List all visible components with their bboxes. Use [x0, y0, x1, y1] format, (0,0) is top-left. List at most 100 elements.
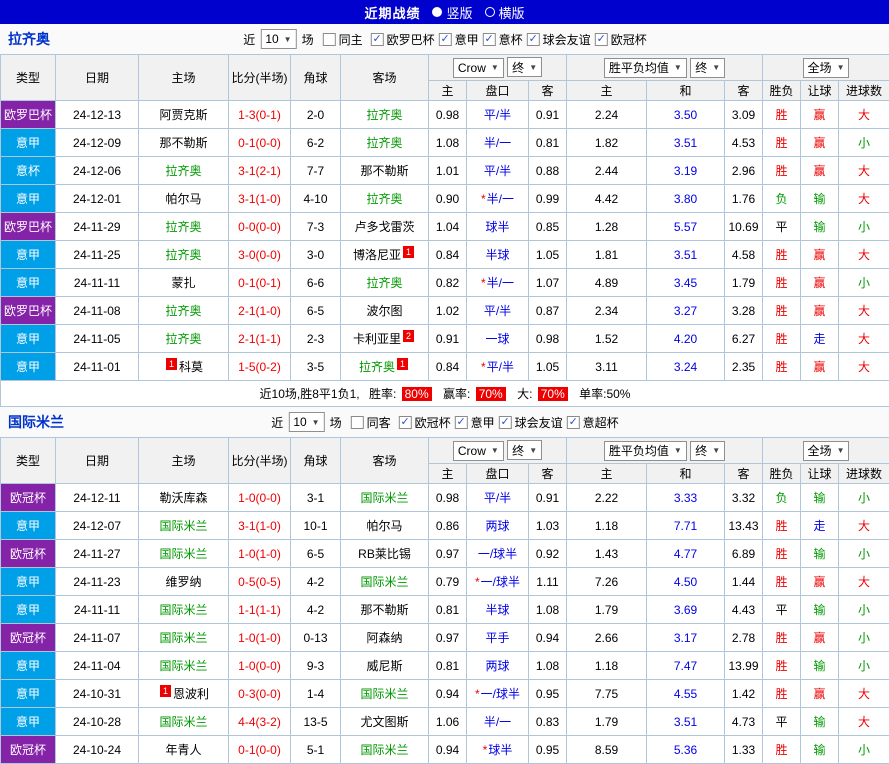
avg-home-cell: 7.26	[567, 568, 647, 596]
avg-stage-select[interactable]: 终▼	[690, 58, 725, 78]
team-link[interactable]: 国际米兰	[159, 715, 207, 729]
away-odds-cell: 1.05	[529, 353, 567, 381]
layout-radio-vertical[interactable]: 竖版	[432, 3, 472, 22]
match-row: 意甲24-11-05拉齐奥2-1(1-1)2-3卡利亚里20.91一球0.981…	[1, 325, 889, 353]
bookmaker-select[interactable]: Crow▼	[453, 441, 504, 461]
team-link[interactable]: 维罗纳	[165, 575, 201, 589]
score-cell: 0-1(0-0)	[229, 736, 291, 764]
league-type-cell: 欧罗巴杯	[1, 213, 56, 241]
team-link[interactable]: 拉齐奥	[366, 108, 402, 122]
home-odds-cell: 0.81	[429, 596, 467, 624]
team-link[interactable]: 威尼斯	[366, 659, 402, 673]
team-link[interactable]: RB莱比锡	[358, 547, 411, 561]
team-link[interactable]: 帕尔马	[366, 519, 402, 533]
team-link[interactable]: 国际米兰	[159, 659, 207, 673]
avg-draw-cell: 7.71	[647, 512, 725, 540]
team-link[interactable]: 国际米兰	[159, 547, 207, 561]
league-checkbox[interactable]: ✓欧冠杯	[399, 414, 451, 431]
team-link[interactable]: 拉齐奥	[165, 332, 201, 346]
match-row: 意甲24-11-25拉齐奥3-0(0-0)3-0博洛尼亚10.84半球1.051…	[1, 241, 889, 269]
handicap-result-cell: 走	[801, 512, 839, 540]
date-cell: 24-11-23	[56, 568, 139, 596]
team-link[interactable]: 卡利亚里	[353, 332, 401, 346]
matches-body: 欧冠杯24-12-11勒沃库森1-0(0-0)3-1国际米兰0.98平/半0.9…	[1, 484, 889, 764]
bookmaker-select[interactable]: Crow▼	[453, 58, 504, 78]
team-link[interactable]: 卢多戈雷茨	[354, 220, 414, 234]
checkbox-checked-icon: ✓	[595, 33, 608, 46]
team-link[interactable]: 年青人	[165, 743, 201, 757]
away-odds-cell: 0.95	[529, 680, 567, 708]
team-link[interactable]: 拉齐奥	[165, 164, 201, 178]
avg-draw-cell: 3.50	[647, 101, 725, 129]
team-link[interactable]: 拉齐奥	[366, 192, 402, 206]
home-team-cell: 拉齐奥	[139, 213, 229, 241]
goals-result-cell: 大	[839, 568, 889, 596]
team-link[interactable]: 国际米兰	[360, 575, 408, 589]
team-link[interactable]: 那不勒斯	[360, 164, 408, 178]
team-link[interactable]: 国际米兰	[360, 743, 408, 757]
team-link[interactable]: 国际米兰	[159, 603, 207, 617]
league-checkbox[interactable]: ✓球会友谊	[527, 31, 591, 48]
avg-odds-select[interactable]: 胜平负均值▼	[604, 441, 687, 461]
team-link[interactable]: 拉齐奥	[366, 136, 402, 150]
team-link[interactable]: 阿贾克斯	[159, 108, 207, 122]
league-checkbox[interactable]: ✓意超杯	[567, 414, 619, 431]
team-link[interactable]: 拉齐奥	[165, 248, 201, 262]
avg-home-cell: 2.34	[567, 297, 647, 325]
avg-stage-select[interactable]: 终▼	[690, 441, 725, 461]
away-team-cell: RB莱比锡	[341, 540, 429, 568]
team-link[interactable]: 波尔图	[366, 304, 402, 318]
team-link[interactable]: 尤文图斯	[360, 715, 408, 729]
team-link[interactable]: 博洛尼亚	[353, 248, 401, 262]
odds-stage-select[interactable]: 终▼	[507, 57, 542, 77]
col-home: 主场	[139, 438, 229, 484]
avg-draw-cell: 3.45	[647, 269, 725, 297]
league-checkbox[interactable]: ✓意甲	[455, 414, 495, 431]
team-link[interactable]: 阿森纳	[366, 631, 402, 645]
league-checkbox[interactable]: ✓意杯	[483, 31, 523, 48]
same-venue-label: 同主	[339, 31, 363, 48]
team-link[interactable]: 国际米兰	[360, 687, 408, 701]
col-goals: 进球数	[839, 81, 889, 101]
team-link[interactable]: 国际米兰	[360, 491, 408, 505]
scope-select[interactable]: 全场▼	[803, 441, 850, 461]
goals-result-cell: 小	[839, 484, 889, 512]
page-title: 近期战绩	[364, 3, 420, 22]
team-link[interactable]: 拉齐奥	[366, 276, 402, 290]
team-link[interactable]: 勒沃库森	[159, 491, 207, 505]
team-link[interactable]: 国际米兰	[159, 631, 207, 645]
league-checkbox[interactable]: ✓球会友谊	[499, 414, 563, 431]
team-link[interactable]: 拉齐奥	[165, 304, 201, 318]
team-link[interactable]: 那不勒斯	[360, 603, 408, 617]
team-link[interactable]: 蒙扎	[171, 276, 195, 290]
layout-radio-horizontal[interactable]: 横版	[485, 3, 525, 22]
same-venue-checkbox[interactable]: 同客	[351, 414, 391, 431]
league-type-cell: 欧冠杯	[1, 736, 56, 764]
handicap-result-cell: 输	[801, 652, 839, 680]
team-link[interactable]: 拉齐奥	[359, 360, 395, 374]
home-team-cell: 国际米兰	[139, 512, 229, 540]
avg-odds-select[interactable]: 胜平负均值▼	[604, 58, 687, 78]
team-link[interactable]: 国际米兰	[159, 519, 207, 533]
team-link[interactable]: 科莫	[179, 360, 203, 374]
home-odds-cell: 0.84	[429, 241, 467, 269]
team-link[interactable]: 恩波利	[173, 687, 209, 701]
league-checkbox[interactable]: ✓意甲	[439, 31, 479, 48]
away-odds-cell: 1.07	[529, 269, 567, 297]
team-link[interactable]: 帕尔马	[165, 192, 201, 206]
result-group-header: 全场▼	[763, 55, 889, 81]
avg-draw-cell: 3.19	[647, 157, 725, 185]
scope-select[interactable]: 全场▼	[803, 58, 850, 78]
home-odds-cell: 0.84	[429, 353, 467, 381]
goals-result-cell: 大	[839, 185, 889, 213]
team-link[interactable]: 拉齐奥	[165, 220, 201, 234]
league-checkbox[interactable]: ✓欧罗巴杯	[371, 31, 435, 48]
odds-stage-select[interactable]: 终▼	[507, 440, 542, 460]
team-link[interactable]: 那不勒斯	[159, 136, 207, 150]
goals-result-cell: 小	[839, 652, 889, 680]
same-venue-checkbox[interactable]: 同主	[323, 31, 363, 48]
match-count-select[interactable]: 10▼	[260, 29, 296, 49]
home-odds-cell: 1.01	[429, 157, 467, 185]
match-count-select[interactable]: 10▼	[288, 412, 324, 432]
league-checkbox[interactable]: ✓欧冠杯	[595, 31, 647, 48]
